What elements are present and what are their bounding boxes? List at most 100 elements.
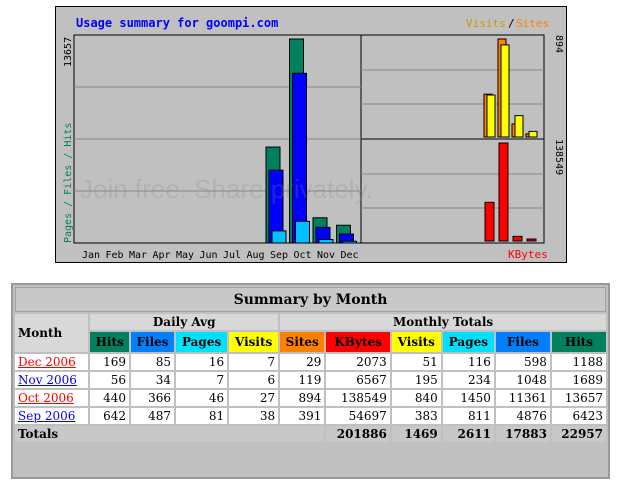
header-daily-files: Files (131, 332, 174, 352)
month-label: Aug (247, 250, 265, 261)
cell-daily-hits: 642 (90, 408, 129, 424)
cell-daily-files: 366 (131, 390, 174, 406)
table-row: Oct 2006 440 366 46 27 894 138549 840 1450 11361 1… (15, 390, 606, 406)
cell-daily-files: 487 (131, 408, 174, 424)
totals-files: 17883 (495, 426, 550, 442)
cell-total-hits: 1689 (551, 372, 606, 388)
header-total-sites: Sites (280, 332, 325, 352)
header-daily-hits: Hits (90, 332, 129, 352)
monthly-totals-header: Monthly Totals (280, 314, 606, 330)
month-cell: Sep 2006 (15, 408, 89, 424)
cell-total-kbytes: 138549 (326, 390, 390, 406)
month-link[interactable]: Oct 2006 (18, 391, 74, 405)
month-link[interactable]: Dec 2006 (18, 355, 76, 369)
bar-pages (342, 240, 357, 244)
cell-daily-visits: 6 (229, 372, 279, 388)
totals-kbytes: 201886 (326, 426, 390, 442)
month-axis-labels: Jan Feb Mar Apr May Jun Jul Aug Sep Oct Nov Dec (82, 250, 359, 261)
cell-total-hits: 13657 (551, 390, 606, 406)
legend-sites: Sites (516, 17, 549, 30)
cell-total-files: 11361 (495, 390, 550, 406)
cell-daily-files: 85 (131, 354, 174, 370)
table-row: Sep 2006 642 487 81 38 391 54697 383 811 4876 6423 (15, 408, 606, 424)
table-title: Summary by Month (15, 287, 606, 312)
cell-total-visits: 383 (391, 408, 441, 424)
bar-pages (295, 220, 310, 244)
cell-daily-pages: 7 (176, 372, 228, 388)
cell-total-sites: 391 (280, 408, 325, 424)
legend-visits: Visits (466, 17, 506, 30)
cell-total-files: 4876 (495, 408, 550, 424)
month-link[interactable]: Sep 2006 (18, 409, 75, 423)
bar-pages (318, 239, 334, 244)
bar-visits (514, 115, 524, 138)
left-axis-max: 13657 (63, 37, 74, 67)
totals-visits: 1469 (391, 426, 441, 442)
totals-row: Totals 201886 1469 2611 17883 22957 (15, 426, 606, 442)
month-label: Sep (270, 250, 288, 261)
month-cell: Oct 2006 (15, 390, 89, 406)
month-label: Dec (341, 250, 359, 261)
cell-total-visits: 195 (391, 372, 441, 388)
cell-total-hits: 6423 (551, 408, 606, 424)
visits-sites-legend: Visits / Sites (466, 17, 549, 30)
cell-daily-hits: 56 (90, 372, 129, 388)
cell-total-pages: 234 (442, 372, 494, 388)
month-column-label: Month (15, 314, 89, 352)
month-label: Jun (200, 250, 218, 261)
bar-visits (486, 94, 496, 138)
cell-total-files: 598 (495, 354, 550, 370)
cell-total-sites: 894 (280, 390, 325, 406)
bar-files (292, 72, 307, 244)
legend-separator: / (508, 17, 515, 30)
cell-daily-visits: 38 (229, 408, 279, 424)
cell-total-pages: 116 (442, 354, 494, 370)
bar-visits (500, 44, 510, 138)
header-total-hits: Hits (551, 332, 606, 352)
visits-axis-max: 894 (553, 35, 564, 53)
bar-kbytes (526, 238, 537, 242)
cell-total-pages: 811 (442, 408, 494, 424)
usage-chart: Usage summary for goompi.com Visits / Si… (55, 6, 567, 263)
cell-daily-files: 34 (131, 372, 174, 388)
header-daily-visits: Visits (229, 332, 279, 352)
totals-label: Totals (15, 426, 325, 442)
cell-total-visits: 51 (391, 354, 441, 370)
bar-kbytes (498, 142, 509, 242)
kbytes-plot-area (360, 138, 545, 244)
header-daily-pages: Pages (176, 332, 228, 352)
month-link[interactable]: Nov 2006 (18, 373, 77, 387)
legend-kbytes: KBytes (508, 248, 548, 261)
month-label: Jan (82, 250, 100, 261)
cell-daily-visits: 27 (229, 390, 279, 406)
bar-visits (528, 130, 538, 138)
month-cell: Nov 2006 (15, 372, 89, 388)
cell-total-sites: 29 (280, 354, 325, 370)
chart-title: Usage summary for goompi.com (76, 16, 278, 30)
cell-daily-pages: 16 (176, 354, 228, 370)
daily-avg-header: Daily Avg (90, 314, 279, 330)
month-label: Feb (106, 250, 124, 261)
cell-total-files: 1048 (495, 372, 550, 388)
month-label: Nov (317, 250, 335, 261)
bar-pages (271, 230, 287, 244)
kbytes-axis-max: 138549 (553, 139, 564, 175)
cell-daily-visits: 7 (229, 354, 279, 370)
cell-total-hits: 1188 (551, 354, 606, 370)
cell-daily-hits: 440 (90, 390, 129, 406)
usage-chart-svg: Usage summary for goompi.com Visits / Si… (63, 16, 564, 261)
table-body: Dec 2006 169 85 16 7 29 2073 51 116 598 1188 Nov 20… (15, 354, 606, 424)
summary-table-panel: Summary by Month Month Daily Avg Monthly… (11, 283, 610, 479)
cell-daily-hits: 169 (90, 354, 129, 370)
cell-daily-pages: 46 (176, 390, 228, 406)
month-label: Jul (223, 250, 241, 261)
month-cell: Dec 2006 (15, 354, 89, 370)
cell-total-kbytes: 2073 (326, 354, 390, 370)
totals-hits: 22957 (551, 426, 606, 442)
cell-total-kbytes: 54697 (326, 408, 390, 424)
totals-pages: 2611 (442, 426, 494, 442)
bar-kbytes (484, 201, 495, 242)
left-axis-legend: Pages / Files / Hits (63, 123, 74, 243)
header-total-files: Files (495, 332, 550, 352)
header-total-pages: Pages (442, 332, 494, 352)
